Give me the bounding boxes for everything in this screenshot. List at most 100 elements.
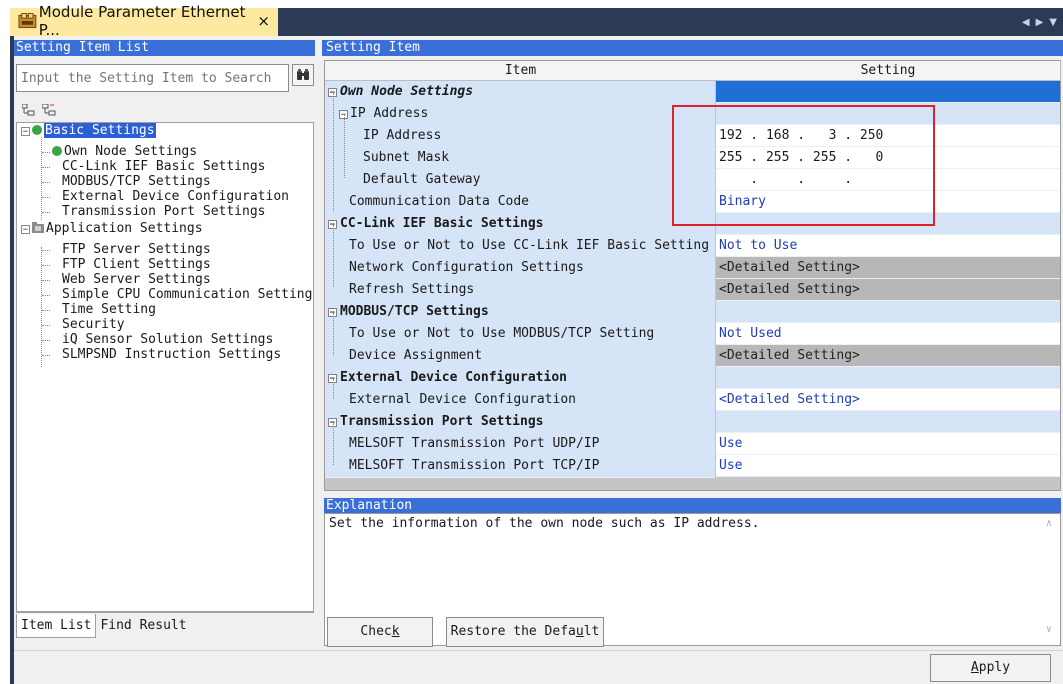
row-item-label: Device Assignment: [349, 348, 483, 363]
row-item-cell: Subnet Mask: [325, 147, 715, 170]
module-parameter-icon: [18, 13, 37, 29]
setting-item-header: Setting Item: [322, 40, 1063, 56]
setting-row-external-device[interactable]: External Device Configuration <Detailed …: [325, 389, 1060, 412]
tcp-port-field[interactable]: Use: [716, 455, 1060, 477]
tree-node-time-setting[interactable]: Time Setting: [62, 303, 156, 317]
explanation-box: Set the information of the own node such…: [324, 513, 1061, 646]
expand-all-icon[interactable]: [22, 104, 36, 116]
network-configuration-detail[interactable]: <Detailed Setting>: [716, 257, 1060, 279]
setting-row-network-configuration[interactable]: Network Configuration Settings <Detailed…: [325, 257, 1060, 280]
tree-node-label: SLMPSND Instruction Settings: [62, 347, 282, 362]
tree-node-label: Basic Settings: [44, 123, 156, 138]
setting-row-tcp-port[interactable]: MELSOFT Transmission Port TCP/IP Use: [325, 455, 1060, 478]
tree-node-application-settings[interactable]: Application Settings: [32, 222, 203, 236]
close-tab-icon[interactable]: ×: [257, 12, 270, 30]
tree-node-own-node-settings[interactable]: Own Node Settings: [52, 145, 197, 159]
tab-strip-controls: ◀ ▶ ▼: [1022, 10, 1057, 34]
tab-item-list[interactable]: Item List: [16, 614, 97, 638]
external-device-detail[interactable]: <Detailed Setting>: [716, 389, 1060, 411]
device-assignment-detail[interactable]: <Detailed Setting>: [716, 345, 1060, 367]
check-button[interactable]: Check: [327, 617, 433, 647]
tree-node-security[interactable]: Security: [62, 318, 125, 332]
collapse-all-icon[interactable]: [42, 104, 56, 116]
group-row-transmission-port[interactable]: − Transmission Port Settings: [325, 411, 1060, 434]
tree-node-external-device[interactable]: External Device Configuration: [62, 190, 289, 204]
refresh-settings-detail[interactable]: <Detailed Setting>: [716, 279, 1060, 301]
modbus-use-field[interactable]: Not Used: [716, 323, 1060, 345]
setting-row-udp-port[interactable]: MELSOFT Transmission Port UDP/IP Use: [325, 433, 1060, 456]
row-item-cell: MELSOFT Transmission Port TCP/IP: [325, 455, 715, 478]
tree-node-ftp-server[interactable]: FTP Server Settings: [62, 243, 211, 257]
status-band: [14, 650, 1063, 684]
group-row-external-device[interactable]: − External Device Configuration: [325, 367, 1060, 390]
row-item-label: External Device Configuration: [340, 370, 567, 385]
group-row-modbus[interactable]: − MODBUS/TCP Settings: [325, 301, 1060, 324]
scroll-up-icon[interactable]: ∧: [1042, 518, 1056, 530]
setting-row-cc-link-use[interactable]: To Use or Not to Use CC-Link IEF Basic S…: [325, 235, 1060, 258]
apply-accelerator: A: [970, 660, 979, 675]
check-icon: [32, 125, 42, 135]
tree-toolbar: [22, 104, 62, 118]
search-button[interactable]: [292, 64, 314, 86]
tree-node-label: MODBUS/TCP Settings: [62, 174, 211, 189]
search-input[interactable]: [16, 64, 289, 92]
udp-port-field[interactable]: Use: [716, 433, 1060, 455]
row-item-label: CC-Link IEF Basic Settings: [340, 216, 544, 231]
scroll-left-icon[interactable]: ◀: [1022, 17, 1030, 28]
row-setting-cell: [716, 301, 1060, 323]
row-item-cell: Default Gateway: [325, 169, 715, 192]
tree-node-label: Time Setting: [62, 302, 156, 317]
tree-node-web-server[interactable]: Web Server Settings: [62, 273, 211, 287]
tree-node-label: Security: [62, 317, 125, 332]
tree-node-label: Own Node Settings: [64, 144, 198, 159]
tab-menu-icon[interactable]: ▼: [1049, 17, 1057, 28]
scroll-right-icon[interactable]: ▶: [1036, 17, 1044, 28]
tree-bottom-border: [16, 612, 314, 613]
row-item-cell: − CC-Link IEF Basic Settings: [325, 213, 715, 236]
row-item-label: IP Address: [363, 128, 442, 143]
tab-find-result[interactable]: Find Result: [96, 614, 191, 638]
highlight-annotation: [672, 105, 935, 226]
document-tab[interactable]: Module Parameter Ethernet P... ×: [10, 3, 278, 39]
application-settings-expander[interactable]: −: [21, 225, 30, 235]
row-item-label: Refresh Settings: [349, 282, 475, 297]
row-item-label: To Use or Not to Use MODBUS/TCP Setting: [349, 326, 655, 341]
tree-node-iq-sensor[interactable]: iQ Sensor Solution Settings: [62, 333, 273, 347]
tree-node-label: Application Settings: [46, 221, 203, 236]
tree-node-transmission-port[interactable]: Transmission Port Settings: [62, 205, 266, 219]
setting-item-list-header: Setting Item List: [14, 40, 315, 56]
basic-settings-expander[interactable]: −: [21, 127, 30, 137]
restore-default-button[interactable]: Restore the Default: [446, 617, 604, 647]
row-item-label: MELSOFT Transmission Port TCP/IP: [349, 458, 600, 473]
row-item-label: To Use or Not to Use CC-Link IEF Basic S…: [349, 238, 710, 253]
row-item-cell: − Own Node Settings: [325, 81, 715, 104]
setting-row-modbus-use[interactable]: To Use or Not to Use MODBUS/TCP Setting …: [325, 323, 1060, 346]
tree-node-label: CC-Link IEF Basic Settings: [62, 159, 266, 174]
restore-button-suffix: lt: [583, 624, 600, 639]
setting-row-device-assignment[interactable]: Device Assignment <Detailed Setting>: [325, 345, 1060, 368]
row-item-label: Transmission Port Settings: [340, 414, 544, 429]
tree-node-label: Simple CPU Communication Setting: [62, 287, 313, 302]
row-item-cell: Network Configuration Settings: [325, 257, 715, 280]
row-item-label: External Device Configuration: [349, 392, 576, 407]
tree-node-ftp-client[interactable]: FTP Client Settings: [62, 258, 211, 272]
group-row-own-node[interactable]: − Own Node Settings: [325, 81, 1060, 104]
row-setting-cell: [716, 367, 1060, 389]
tree-node-modbus-tcp[interactable]: MODBUS/TCP Settings: [62, 175, 211, 189]
tree-node-cc-link-ief-basic[interactable]: CC-Link IEF Basic Settings: [62, 160, 266, 174]
row-setting-cell: [716, 81, 1060, 103]
tree-node-label: FTP Client Settings: [62, 257, 211, 272]
row-item-cell: To Use or Not to Use MODBUS/TCP Setting: [325, 323, 715, 346]
restore-button-label: Restore the Defa: [450, 624, 576, 639]
tree-node-simple-cpu[interactable]: Simple CPU Communication Setting: [62, 288, 312, 302]
cc-link-use-field[interactable]: Not to Use: [716, 235, 1060, 257]
row-item-cell: External Device Configuration: [325, 389, 715, 412]
row-item-cell: To Use or Not to Use CC-Link IEF Basic S…: [325, 235, 715, 258]
scroll-down-icon[interactable]: ∨: [1042, 624, 1056, 636]
tree-node-basic-settings[interactable]: Basic Settings: [32, 123, 156, 138]
row-item-cell: Device Assignment: [325, 345, 715, 368]
tree-node-slmpsnd[interactable]: SLMPSND Instruction Settings: [62, 348, 281, 362]
apply-button[interactable]: Apply: [930, 654, 1051, 682]
check-button-label: Chec: [360, 624, 392, 639]
setting-row-refresh-settings[interactable]: Refresh Settings <Detailed Setting>: [325, 279, 1060, 302]
